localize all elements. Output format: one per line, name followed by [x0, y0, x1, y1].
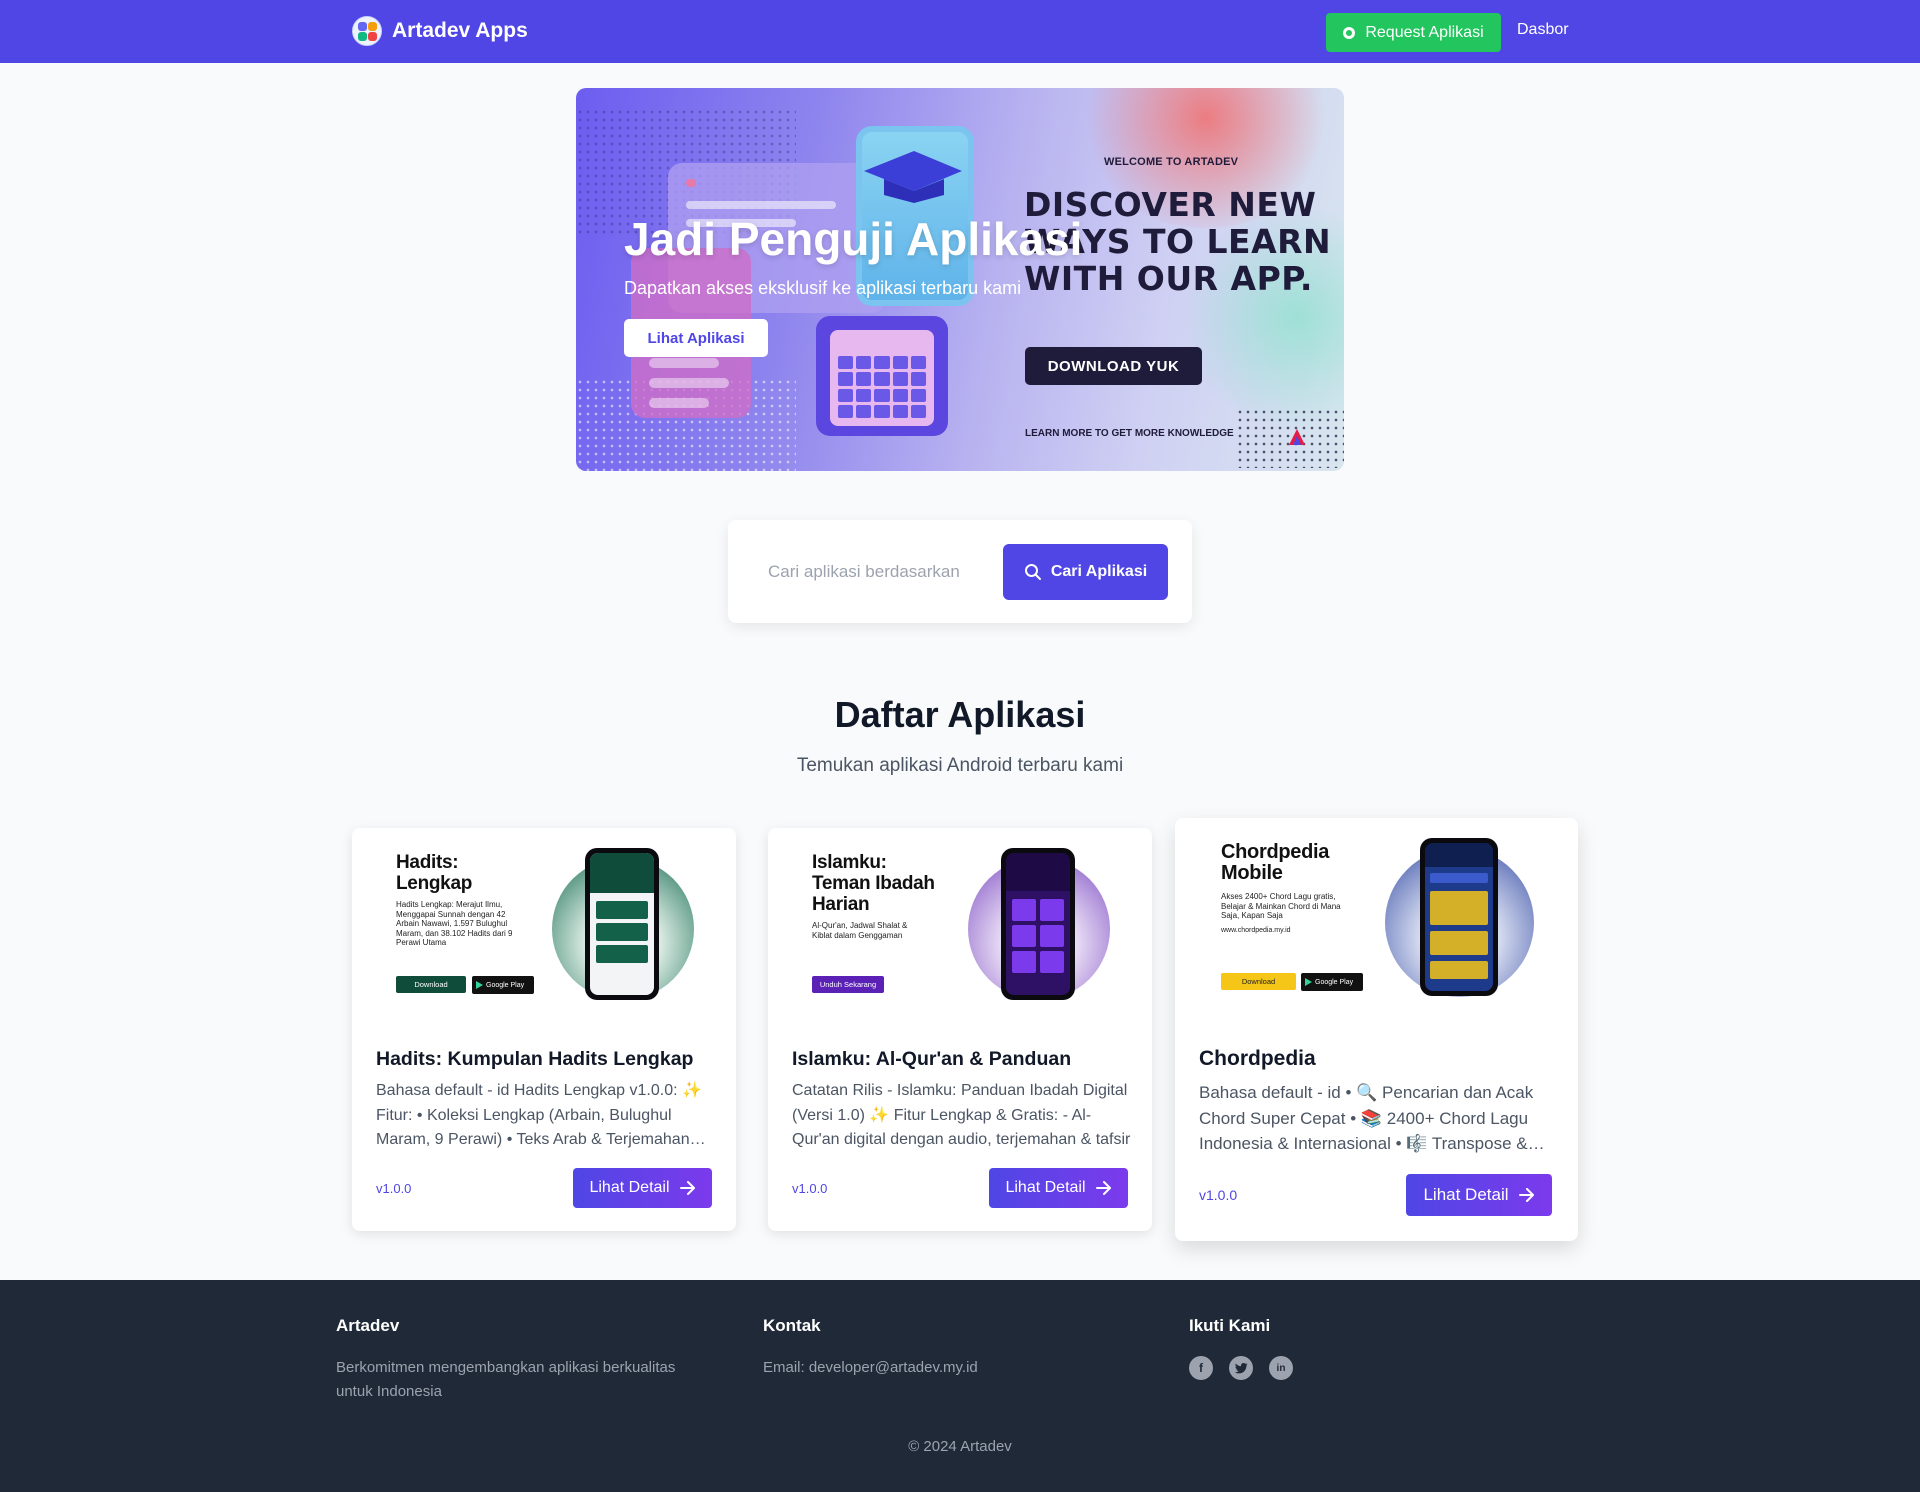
footer-about-title: Artadev: [336, 1316, 400, 1335]
app-card[interactable]: Hadits: Lengkap Hadits Lengkap: Merajut …: [352, 828, 736, 1231]
hero-subtitle: Dapatkan akses eksklusif ke aplikasi ter…: [624, 278, 1022, 298]
phone-mockup: [1420, 838, 1498, 996]
hero-title: Jadi Penguji Aplikasi: [624, 213, 1083, 265]
brand[interactable]: Artadev Apps: [352, 16, 528, 46]
arrow-right-icon: [1518, 1188, 1534, 1202]
footer-contact-title: Kontak: [763, 1316, 821, 1335]
phone-mockup: [1001, 848, 1075, 1000]
google-play-badge: Google Play: [1301, 973, 1363, 991]
twitter-icon[interactable]: [1229, 1356, 1253, 1380]
copyright: © 2024 Artadev: [908, 1438, 1012, 1455]
search-box: Cari Aplikasi: [728, 520, 1192, 623]
brand-name: Artadev Apps: [392, 19, 528, 42]
app-description: Catatan Rilis - Islamku: Panduan Ibadah …: [792, 1082, 1131, 1148]
footer: Artadev Berkomitmen mengembangkan aplika…: [0, 1280, 1920, 1492]
app-description: Bahasa default - id • 🔍 Pencarian dan Ac…: [1199, 1083, 1534, 1153]
navbar: Artadev Apps Request Aplikasi Dasbor: [0, 0, 1920, 63]
arrow-right-icon: [679, 1181, 695, 1195]
promo-download-badge: Download: [1221, 973, 1296, 990]
view-detail-label: Lihat Detail: [589, 1179, 670, 1196]
view-detail-button[interactable]: Lihat Detail: [989, 1168, 1128, 1208]
app-version: v1.0.0: [792, 1181, 828, 1196]
graduation-cap-icon: [864, 151, 962, 203]
search-icon: [1024, 564, 1041, 580]
app-promo-image: Islamku: Teman Ibadah Harian Al-Qur'an, …: [768, 828, 1152, 1018]
request-app-button[interactable]: Request Aplikasi: [1326, 13, 1501, 52]
footer-about-text: Berkomitmen mengembangkan aplikasi berku…: [336, 1359, 676, 1400]
arrow-right-icon: [1095, 1181, 1111, 1195]
promo-url: www.chordpedia.my.id: [1221, 927, 1291, 934]
promo-description: Akses 2400+ Chord Lagu gratis, Belajar &…: [1221, 892, 1341, 920]
google-play-badge: Google Play: [472, 976, 534, 994]
banner-footer: LEARN MORE TO GET MORE KNOWLEDGE: [1025, 428, 1234, 439]
app-grid-logo-icon: [352, 16, 382, 46]
app-title: Hadits: Kumpulan Hadits Lengkap: [376, 1048, 694, 1070]
banner-kicker: WELCOME TO ARTADEV: [1104, 156, 1239, 168]
search-button[interactable]: Cari Aplikasi: [1003, 544, 1168, 600]
calculator-illustration: [816, 316, 948, 436]
view-detail-label: Lihat Detail: [1005, 1179, 1086, 1196]
promo-title: Chordpedia Mobile: [1221, 841, 1330, 884]
play-icon: [476, 981, 483, 989]
section-title: Daftar Aplikasi: [834, 694, 1086, 735]
hero-banner: WELCOME TO ARTADEV DISCOVER NEW WAYS TO …: [576, 88, 1344, 471]
linkedin-icon[interactable]: in: [1269, 1356, 1293, 1380]
app-title: Chordpedia: [1199, 1047, 1316, 1070]
view-detail-button[interactable]: Lihat Detail: [1406, 1174, 1552, 1216]
footer-social-title: Ikuti Kami: [1189, 1316, 1271, 1335]
section-subtitle: Temukan aplikasi Android terbaru kami: [796, 755, 1124, 776]
artadev-logo-icon: [1289, 429, 1305, 445]
banner-download-button: DOWNLOAD YUK: [1025, 347, 1202, 385]
search-input[interactable]: [752, 545, 994, 599]
app-promo-image: Chordpedia Mobile Akses 2400+ Chord Lagu…: [1175, 818, 1578, 1016]
request-app-label: Request Aplikasi: [1365, 23, 1484, 41]
view-detail-label: Lihat Detail: [1423, 1185, 1509, 1204]
view-detail-button[interactable]: Lihat Detail: [573, 1168, 712, 1208]
app-promo-image: Hadits: Lengkap Hadits Lengkap: Merajut …: [352, 828, 736, 1018]
whatsapp-icon: [1343, 26, 1356, 39]
promo-description: Hadits Lengkap: Merajut Ilmu, Menggapai …: [396, 900, 513, 947]
promo-download-badge: Unduh Sekarang: [812, 976, 884, 993]
dashboard-link[interactable]: Dasbor: [1517, 21, 1569, 39]
app-version: v1.0.0: [1199, 1187, 1238, 1203]
promo-title: Islamku: Teman Ibadah Harian: [812, 852, 935, 915]
search-button-label: Cari Aplikasi: [1050, 563, 1148, 580]
facebook-icon[interactable]: f: [1189, 1356, 1213, 1380]
app-card[interactable]: Islamku: Teman Ibadah Harian Al-Qur'an, …: [768, 828, 1152, 1231]
view-apps-button[interactable]: Lihat Aplikasi: [624, 319, 768, 357]
promo-description: Al-Qur'an, Jadwal Shalat & Kiblat dalam …: [812, 921, 908, 940]
app-card[interactable]: Chordpedia Mobile Akses 2400+ Chord Lagu…: [1175, 818, 1578, 1241]
promo-title: Hadits: Lengkap: [396, 852, 473, 894]
play-icon: [1305, 978, 1312, 986]
app-title: Islamku: Al-Qur'an & Panduan: [792, 1048, 1072, 1070]
promo-download-badge: Download: [396, 976, 466, 993]
phone-mockup: [585, 848, 659, 1000]
footer-contact-email[interactable]: Email: developer@artadev.my.id: [763, 1356, 978, 1380]
app-version: v1.0.0: [376, 1181, 412, 1196]
app-description: Bahasa default - id Hadits Lengkap v1.0.…: [376, 1082, 702, 1148]
